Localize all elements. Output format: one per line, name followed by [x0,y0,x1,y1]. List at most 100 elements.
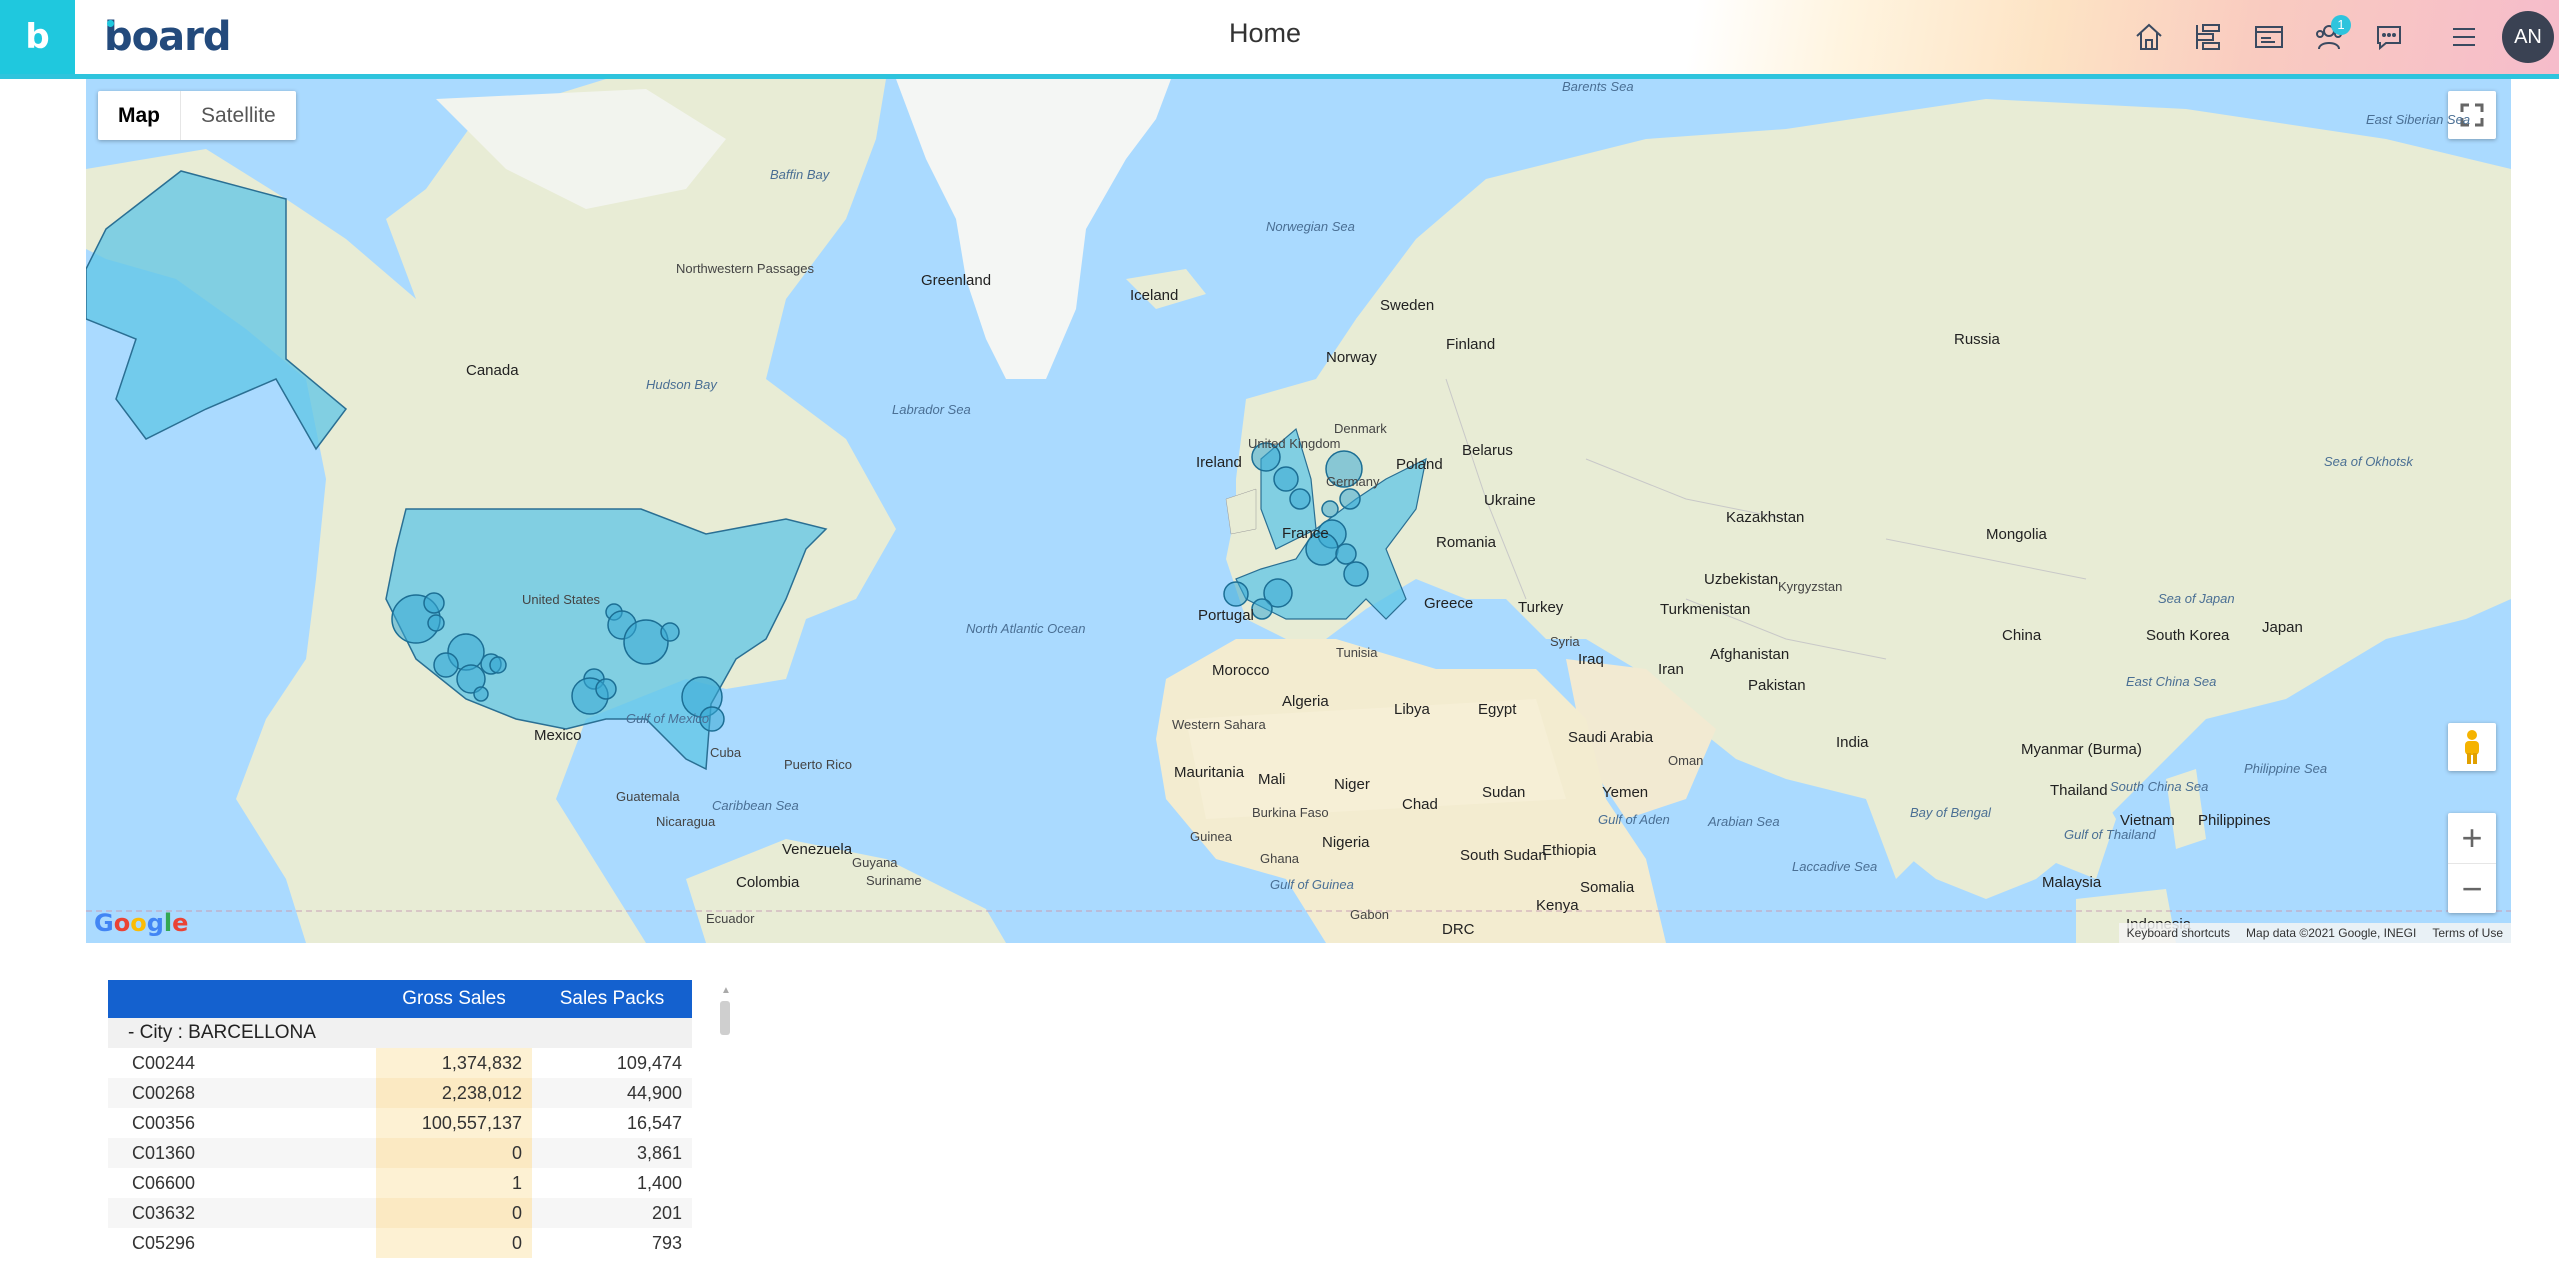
label-barents-sea: Barents Sea [1562,79,1634,94]
header-blank [108,980,376,1018]
label-pakistan: Pakistan [1748,677,1806,694]
label-belarus: Belarus [1462,442,1513,459]
label-niger: Niger [1334,776,1370,793]
row-sales-packs: 109,474 [616,1053,682,1073]
label-iran: Iran [1658,661,1684,678]
label-china: China [2002,627,2042,644]
label-portugal: Portugal [1198,607,1254,624]
label-norway: Norway [1326,349,1377,366]
chat-icon[interactable] [2370,18,2408,56]
logo-letter: b [25,17,50,57]
label-puerto-rico: Puerto Rico [784,757,852,772]
label-thailand: Thailand [2050,782,2108,799]
label-suriname: Suriname [866,873,922,888]
table-row[interactable]: C00244 1,374,832 109,474 [108,1048,692,1078]
label-ireland: Ireland [1196,454,1242,471]
label-philippines: Philippines [2198,812,2271,829]
row-customer: C00244 [132,1053,196,1073]
board-logo-icon[interactable]: b [0,0,75,74]
header-gross-sales[interactable]: Gross Sales [376,980,532,1018]
row-gross-sales: 1,374,832 [376,1048,532,1078]
label-yemen: Yemen [1602,784,1649,801]
map-type-map-button[interactable]: Map [98,91,181,140]
label-bay-of-bengal: Bay of Bengal [1910,805,1991,820]
label-south-sudan: South Sudan [1460,847,1547,864]
label-mongolia: Mongolia [1986,526,2047,543]
scrollbar-thumb[interactable] [720,1001,730,1035]
header-sales-packs[interactable]: Sales Packs [532,980,692,1018]
keyboard-shortcuts-link[interactable]: Keyboard shortcuts [2119,923,2238,943]
row-customer: C00356 [132,1113,196,1133]
row-customer: C00268 [108,1078,376,1108]
label-united-states: United States [522,592,601,607]
label-united-kingdom: United Kingdom [1248,436,1341,451]
label-russia: Russia [1954,331,2000,348]
menu-icon[interactable] [2445,18,2483,56]
map-type-satellite-button[interactable]: Satellite [181,91,296,140]
map-attribution: Keyboard shortcuts Map data ©2021 Google… [2118,923,2511,943]
zoom-in-button[interactable]: + [2448,813,2496,863]
label-north-atlantic-ocean: North Atlantic Ocean [966,621,1086,636]
table-header: Gross Sales Sales Packs [108,980,692,1018]
table-row[interactable]: C03632 0 201 [108,1198,692,1228]
label-east-siberian-sea: East Siberian Sea [2366,112,2471,127]
table-row[interactable]: C06600 1 1,400 [108,1168,692,1198]
label-mauritania: Mauritania [1174,764,1245,781]
label-gulf-of-aden: Gulf of Aden [1598,812,1670,827]
label-ecuador: Ecuador [706,911,755,926]
map-view[interactable]: Map Satellite + − Greenland Iceland Cana… [86,79,2511,943]
label-south-korea: South Korea [2146,627,2230,644]
avatar[interactable]: AN [2502,11,2554,63]
brand-dot [107,20,114,27]
label-caribbean-sea: Caribbean Sea [712,798,799,813]
label-ukraine: Ukraine [1484,492,1536,509]
label-drc: DRC [1442,921,1475,938]
label-norwegian-sea: Norwegian Sea [1266,219,1355,234]
home-icon[interactable] [2130,18,2168,56]
label-gulf-of-guinea: Gulf of Guinea [1270,877,1354,892]
label-morocco: Morocco [1212,662,1270,679]
street-view-pegman[interactable] [2448,723,2496,771]
terms-of-use-link[interactable]: Terms of Use [2424,923,2511,943]
label-libya: Libya [1394,701,1430,718]
row-customer: C05296 [132,1233,196,1253]
row-customer: C06600 [132,1173,196,1193]
label-uzbekistan: Uzbekistan [1704,571,1779,588]
label-nicaragua: Nicaragua [656,814,716,829]
label-canada: Canada [466,362,519,379]
presentation-icon[interactable] [2250,18,2288,56]
row-customer: C03632 [108,1198,376,1228]
label-tunisia: Tunisia [1336,645,1378,660]
table-row[interactable]: C00356 100,557,137 16,547 [108,1108,692,1138]
label-malaysia: Malaysia [2042,874,2102,891]
map-type-toggle: Map Satellite [98,91,296,140]
table-row[interactable]: C05296 0 793 [108,1228,692,1258]
label-south-china-sea: South China Sea [2110,779,2209,794]
row-sales-packs: 44,900 [532,1078,692,1108]
table-row[interactable]: C01360 0 3,861 [108,1138,692,1168]
sales-table: Gross Sales Sales Packs - City : BARCELL… [108,980,692,1258]
row-sales-packs: 201 [532,1198,692,1228]
label-afghanistan: Afghanistan [1710,646,1790,663]
label-gulf-of-thailand: Gulf of Thailand [2064,827,2156,842]
label-ghana: Ghana [1260,851,1300,866]
label-mali: Mali [1258,771,1286,788]
label-france: France [1282,525,1329,542]
label-labrador-sea: Labrador Sea [892,402,971,417]
label-oman: Oman [1668,753,1704,768]
scroll-up-arrow-icon[interactable]: ▲ [721,985,731,996]
label-ethiopia: Ethiopia [1542,842,1597,859]
dashboard-icon[interactable] [2190,18,2228,56]
label-venezuela: Venezuela [782,841,853,858]
label-cuba: Cuba [710,745,742,760]
table-scrollbar[interactable]: ▲ [720,985,731,1261]
label-finland: Finland [1446,336,1496,353]
zoom-control: + − [2448,813,2496,913]
zoom-out-button[interactable]: − [2448,864,2496,914]
table-row[interactable]: C00268 2,238,012 44,900 [108,1078,692,1108]
map-data-text: Map data ©2021 Google, INEGI [2246,926,2417,940]
group-row-city[interactable]: - City : BARCELLONA [108,1018,692,1048]
label-philippine-sea: Philippine Sea [2244,761,2328,776]
label-greece: Greece [1424,595,1474,612]
label-turkey: Turkey [1518,599,1564,616]
